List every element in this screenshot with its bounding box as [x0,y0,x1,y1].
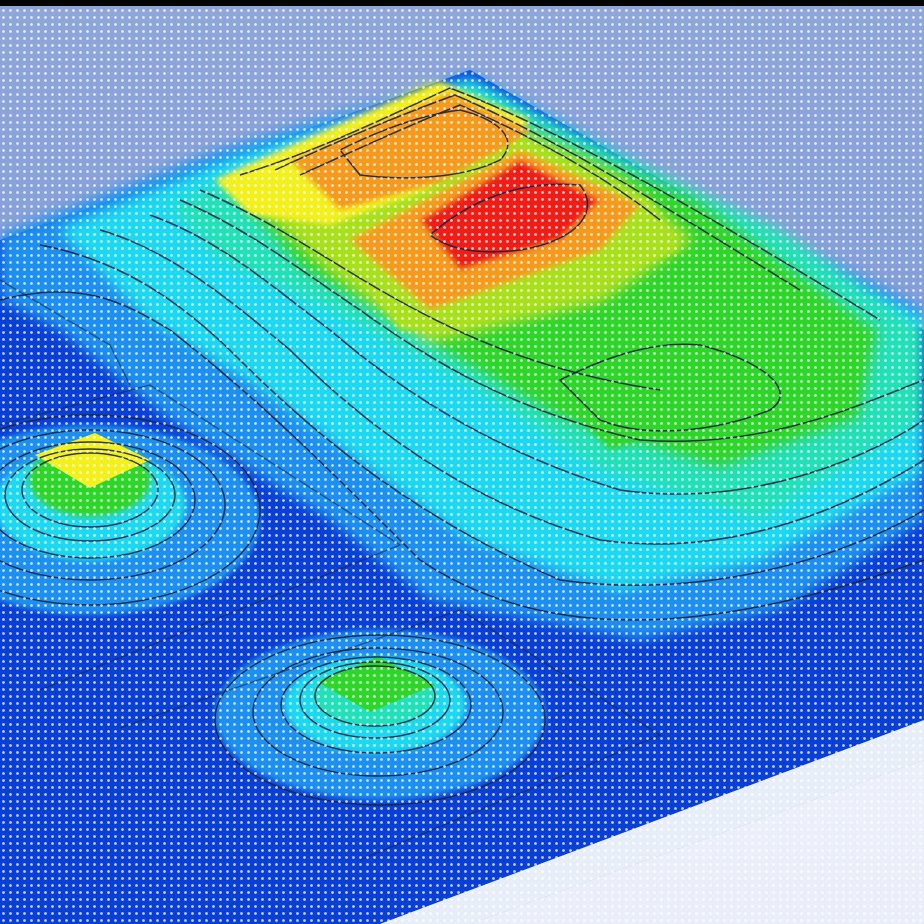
contour-scene [0,0,924,924]
top-frame-border [0,0,924,6]
dot-grid-overlay [0,0,924,924]
simulation-view [0,0,924,924]
